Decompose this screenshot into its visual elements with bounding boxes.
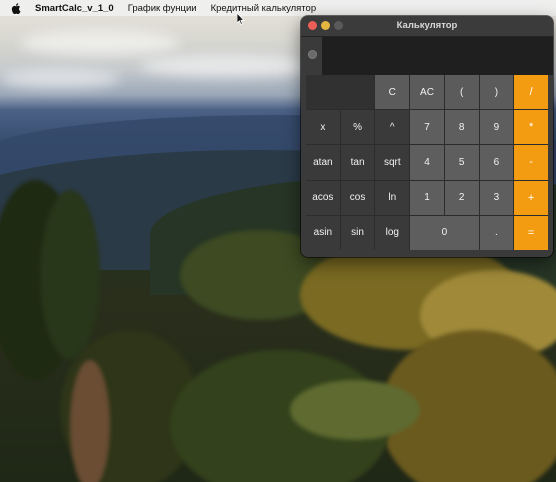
key-4[interactable]: 4 <box>410 145 444 180</box>
key-close-paren[interactable]: ) <box>479 75 514 110</box>
key-open-paren[interactable]: ( <box>444 75 479 110</box>
menu-bar: SmartCalc_v_1_0 График фунции Кредитный … <box>0 0 556 16</box>
key-8[interactable]: 8 <box>444 110 479 145</box>
key-all-clear[interactable]: AC <box>410 75 444 110</box>
key-equals[interactable]: = <box>514 215 548 250</box>
key-x[interactable]: x <box>306 110 340 145</box>
key-divide[interactable]: / <box>514 75 548 110</box>
key-cos[interactable]: cos <box>340 180 375 215</box>
key-9[interactable]: 9 <box>479 110 514 145</box>
key-asin[interactable]: asin <box>306 215 340 250</box>
window-titlebar[interactable]: Калькулятор <box>301 16 553 37</box>
key-7[interactable]: 7 <box>410 110 444 145</box>
key-2[interactable]: 2 <box>444 180 479 215</box>
menu-item-credit-calculator[interactable]: Кредитный калькулятор <box>211 3 317 14</box>
key-add[interactable]: + <box>514 180 548 215</box>
key-atan[interactable]: atan <box>306 145 340 180</box>
key-multiply[interactable]: * <box>514 110 548 145</box>
apple-icon[interactable] <box>11 2 21 14</box>
mode-radio-button[interactable] <box>308 50 317 59</box>
key-3[interactable]: 3 <box>479 180 514 215</box>
menu-app-name[interactable]: SmartCalc_v_1_0 <box>35 3 114 14</box>
key-log[interactable]: log <box>375 215 410 250</box>
key-acos[interactable]: acos <box>306 180 340 215</box>
window-title: Калькулятор <box>396 20 458 31</box>
menu-item-graph[interactable]: График фунции <box>128 3 197 14</box>
key-1[interactable]: 1 <box>410 180 444 215</box>
key-0[interactable]: 0 <box>410 215 479 250</box>
keypad-blank <box>306 75 375 110</box>
key-mod[interactable]: % <box>340 110 375 145</box>
key-ln[interactable]: ln <box>375 180 410 215</box>
key-decimal-point[interactable]: . <box>479 215 514 250</box>
keypad: C AC ( ) / x % ^ 7 8 9 * atan tan sqrt 4… <box>306 75 548 250</box>
key-6[interactable]: 6 <box>479 145 514 180</box>
key-sqrt[interactable]: sqrt <box>375 145 410 180</box>
key-subtract[interactable]: - <box>514 145 548 180</box>
key-sin[interactable]: sin <box>340 215 375 250</box>
mouse-cursor-icon <box>237 13 245 25</box>
calculator-display <box>322 37 553 75</box>
key-5[interactable]: 5 <box>444 145 479 180</box>
key-clear[interactable]: C <box>375 75 410 110</box>
key-power[interactable]: ^ <box>375 110 410 145</box>
calculator-window: Калькулятор C AC ( ) / x % ^ 7 8 9 * ata… <box>301 16 553 257</box>
key-tan[interactable]: tan <box>340 145 375 180</box>
